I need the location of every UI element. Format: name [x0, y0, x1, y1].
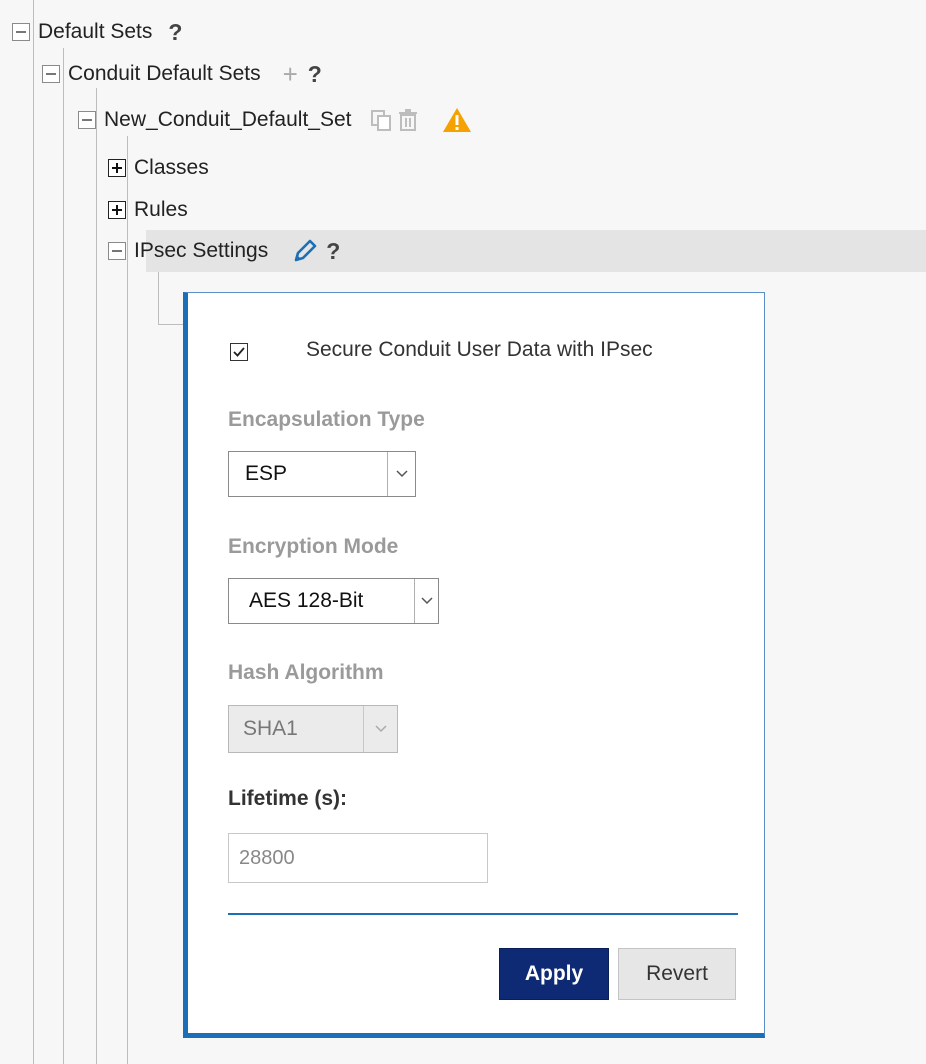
encapsulation-type-select[interactable]: ESP — [228, 451, 416, 497]
panel-divider — [228, 913, 738, 915]
tree-line-children — [127, 136, 128, 1064]
hash-algorithm-select[interactable]: SHA1 — [228, 705, 398, 753]
tree-node-ipsec-settings: IPsec Settings ? — [108, 233, 340, 269]
secure-conduit-checkbox[interactable] — [230, 343, 248, 361]
tree-line-ipsec-branch — [158, 324, 184, 325]
encapsulation-type-label: Encapsulation Type — [228, 408, 425, 431]
apply-button[interactable]: Apply — [499, 948, 609, 1000]
encryption-mode-select[interactable]: AES 128-Bit — [228, 578, 439, 624]
add-icon[interactable]: + — [283, 61, 298, 87]
chevron-down-icon[interactable] — [387, 452, 415, 496]
copy-icon[interactable] — [370, 109, 392, 131]
help-icon[interactable]: ? — [326, 238, 340, 265]
tree-label-rules[interactable]: Rules — [134, 198, 188, 222]
collapse-toggle-icon[interactable] — [108, 242, 126, 260]
secure-conduit-label: Secure Conduit User Data with IPsec — [306, 338, 653, 361]
tree-node-new-conduit-default-set: New_Conduit_Default_Set — [78, 102, 472, 138]
expand-toggle-icon[interactable] — [108, 201, 126, 219]
tree-node-default-sets: Default Sets ? — [12, 14, 182, 50]
tree-label-default-sets[interactable]: Default Sets — [38, 20, 152, 44]
expand-toggle-icon[interactable] — [108, 159, 126, 177]
revert-button[interactable]: Revert — [618, 948, 736, 1000]
encryption-mode-label: Encryption Mode — [228, 535, 399, 558]
hash-algorithm-value: SHA1 — [243, 717, 298, 740]
collapse-toggle-icon[interactable] — [12, 23, 30, 41]
tree-label-ipsec-settings[interactable]: IPsec Settings — [134, 239, 268, 263]
tree-label-conduit-default-sets[interactable]: Conduit Default Sets — [68, 62, 261, 86]
tree-node-classes: Classes — [108, 150, 209, 186]
encryption-mode-value: AES 128-Bit — [249, 589, 364, 612]
encapsulation-type-value: ESP — [245, 462, 288, 485]
tree-node-rules: Rules — [108, 192, 188, 228]
chevron-down-icon — [363, 706, 397, 752]
collapse-toggle-icon[interactable] — [42, 65, 60, 83]
tree-label-new-conduit-default-set[interactable]: New_Conduit_Default_Set — [104, 108, 352, 132]
checkmark-icon — [233, 347, 245, 357]
help-icon[interactable]: ? — [308, 61, 322, 88]
help-icon[interactable]: ? — [168, 19, 182, 46]
collapse-toggle-icon[interactable] — [78, 111, 96, 129]
tree-line-conduit — [63, 48, 64, 1064]
hash-algorithm-label: Hash Algorithm — [228, 661, 384, 684]
ipsec-settings-panel: Secure Conduit User Data with IPsec Enca… — [183, 292, 765, 1038]
pencil-icon[interactable] — [292, 238, 318, 264]
lifetime-input[interactable]: 28800 — [228, 833, 488, 883]
chevron-down-icon[interactable] — [414, 579, 438, 623]
trash-icon[interactable] — [398, 109, 418, 131]
warning-icon — [442, 107, 472, 133]
lifetime-label: Lifetime (s): — [228, 787, 348, 810]
tree-label-classes[interactable]: Classes — [134, 156, 209, 180]
tree-line-root — [33, 0, 34, 1064]
tree-node-conduit-default-sets: Conduit Default Sets + ? — [42, 56, 322, 92]
tree-line-set — [96, 88, 97, 1064]
